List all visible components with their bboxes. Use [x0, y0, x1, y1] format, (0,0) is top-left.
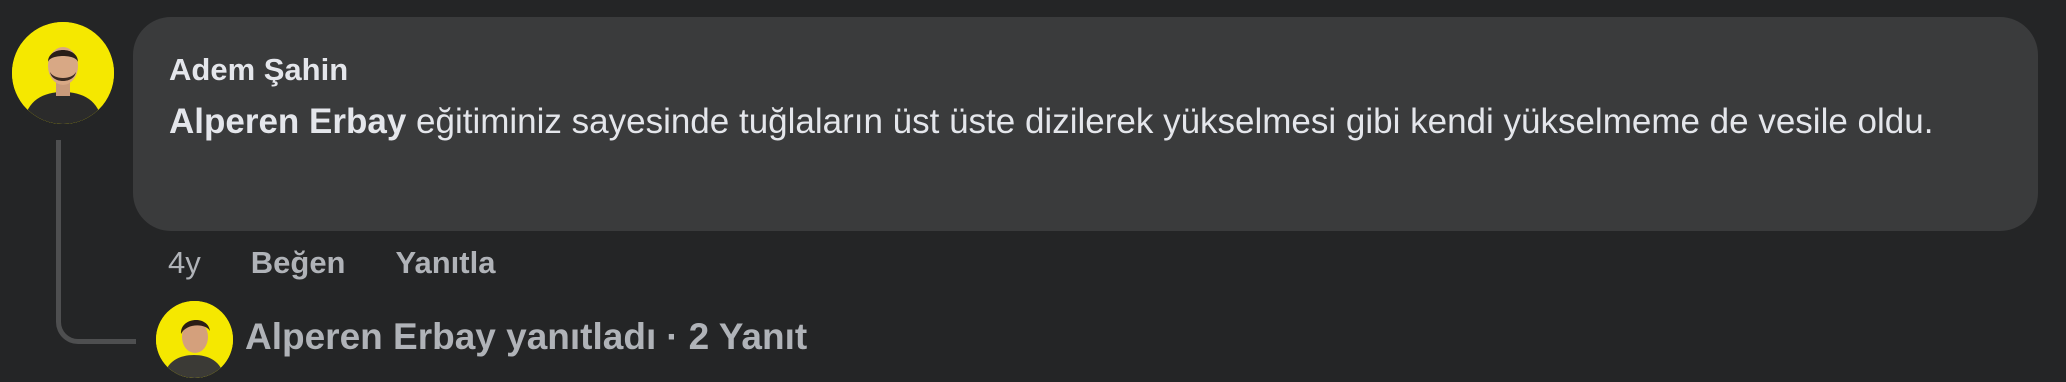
comment-author-name[interactable]: Adem Şahin [169, 51, 2002, 89]
replies-count: 2 Yanıt [688, 316, 808, 357]
like-button[interactable]: Beğen [251, 245, 346, 281]
person-avatar-icon [156, 301, 233, 378]
comment-text: eğitiminiz sayesinde tuğlaların üst üste… [406, 102, 1934, 141]
reply-button[interactable]: Yanıtla [396, 245, 496, 281]
replier-avatar[interactable] [156, 301, 233, 378]
comment-bubble: Adem Şahin Alperen Erbay eğitiminiz saye… [133, 17, 2038, 231]
comment-timestamp[interactable]: 4y [168, 245, 201, 281]
replies-separator: · [666, 316, 679, 357]
comment-actions: 4y Beğen Yanıtla [168, 240, 495, 286]
comment-thread: Adem Şahin Alperen Erbay eğitiminiz saye… [0, 0, 2066, 382]
mention-link[interactable]: Alperen Erbay [169, 102, 406, 141]
thread-connector-line [56, 140, 136, 344]
commenter-avatar[interactable] [12, 22, 114, 124]
view-replies-link[interactable]: Alperen Erbay yanıtladı · 2 Yanıt [245, 312, 807, 362]
replies-author-text: Alperen Erbay yanıtladı [245, 316, 657, 357]
person-avatar-icon [12, 22, 114, 124]
comment-body: Alperen Erbay eğitiminiz sayesinde tuğla… [169, 95, 1969, 148]
